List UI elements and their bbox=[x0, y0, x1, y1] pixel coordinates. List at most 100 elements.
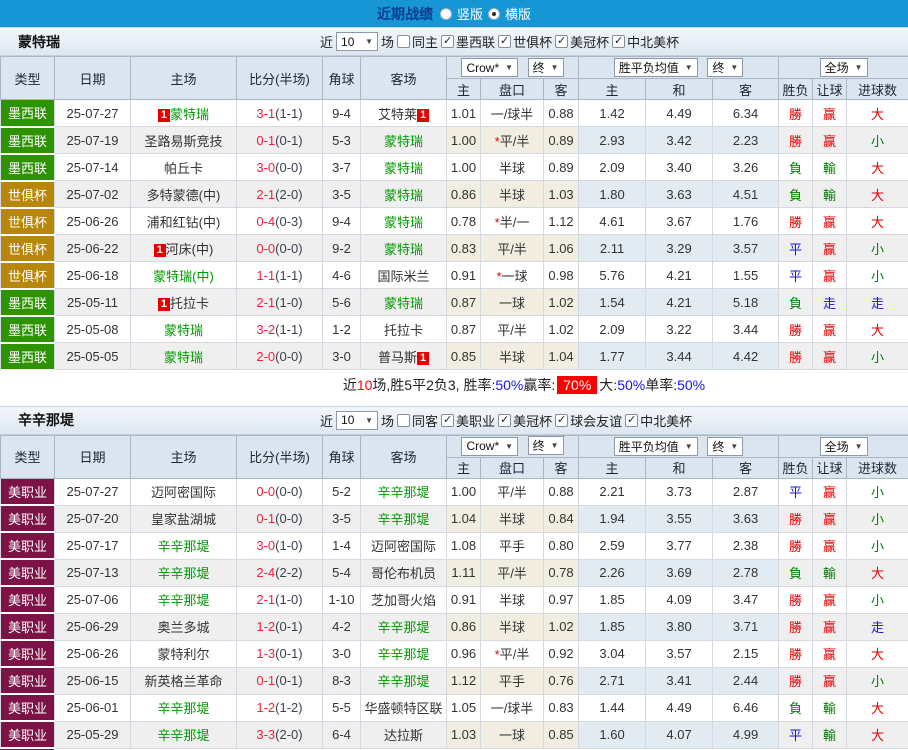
team-name[interactable]: 芝加哥火焰 bbox=[371, 593, 436, 608]
team-name[interactable]: 达拉斯 bbox=[384, 728, 423, 743]
avg-stage-select[interactable]: 终▼ bbox=[707, 437, 743, 456]
result-cell: 負 bbox=[779, 559, 813, 586]
bookmaker-select[interactable]: Crow*▼ bbox=[461, 58, 518, 77]
team-name[interactable]: 奥兰多城 bbox=[157, 620, 209, 635]
avg-away: 3.71 bbox=[713, 613, 779, 640]
odds-away: 0.85 bbox=[544, 721, 579, 748]
horizontal-radio[interactable] bbox=[488, 8, 500, 20]
team-name[interactable]: 蒙特利尔 bbox=[157, 647, 209, 662]
goals-result-cell: 小 bbox=[847, 586, 908, 613]
league-filter-checkbox[interactable]: 中北美杯 bbox=[625, 411, 692, 430]
home-team-cell: 蒙特瑞(中) bbox=[131, 262, 237, 289]
avg-away: 2.15 bbox=[713, 640, 779, 667]
corner-score: 9-4 bbox=[323, 208, 361, 235]
team-name[interactable]: 普马斯 bbox=[378, 350, 417, 365]
bookmaker-select[interactable]: Crow*▼ bbox=[461, 437, 518, 456]
team-name[interactable]: 哥伦布机员 bbox=[371, 566, 436, 581]
match-row: 墨西联25-05-05蒙特瑞2-0(0-0)3-0普马斯10.85半球1.041… bbox=[1, 343, 908, 370]
team-name[interactable]: 辛辛那堤 bbox=[157, 566, 209, 581]
recent-count-select[interactable]: 10▼ bbox=[336, 32, 378, 51]
goals-result-cell: 小 bbox=[847, 478, 908, 505]
col-result: 胜负 bbox=[779, 457, 813, 478]
match-row: 世俱杯25-06-26浦和红钻(中)0-4(0-3)9-4蒙特瑞0.78*半/一… bbox=[1, 208, 908, 235]
team-name[interactable]: 辛辛那堤 bbox=[377, 512, 429, 527]
team-name[interactable]: 蒙特瑞 bbox=[384, 161, 423, 176]
fulltime-score: 2-1 bbox=[256, 295, 275, 310]
team-name[interactable]: 蒙特瑞 bbox=[384, 134, 423, 149]
match-date: 25-05-05 bbox=[55, 343, 131, 370]
team-name[interactable]: 圣路易斯竞技 bbox=[144, 134, 222, 149]
team-name[interactable]: 浦和红钻(中) bbox=[147, 215, 221, 230]
league-filter-checkbox[interactable]: 中北美杯 bbox=[612, 32, 679, 51]
team-name[interactable]: 托拉卡 bbox=[384, 323, 423, 338]
halftime-score: (0-0) bbox=[275, 484, 302, 499]
league-filter-checkbox[interactable]: 世俱杯 bbox=[498, 32, 552, 51]
team-name[interactable]: 辛辛那堤 bbox=[157, 593, 209, 608]
matches-table: 类型 日期 主场 比分(半场) 角球 客场 Crow*▼ 终▼ 胜平负均值▼ 终… bbox=[0, 56, 908, 371]
team-name[interactable]: 蒙特瑞 bbox=[384, 296, 423, 311]
result-cell: 勝 bbox=[779, 100, 813, 127]
avg-group-header: 胜平负均值▼ 终▼ bbox=[579, 57, 779, 79]
team-name[interactable]: 蒙特瑞 bbox=[384, 215, 423, 230]
team-name[interactable]: 辛辛那堤 bbox=[377, 674, 429, 689]
corner-score: 3-5 bbox=[323, 181, 361, 208]
league-badge: 美职业 bbox=[1, 559, 55, 586]
team-name[interactable]: 辛辛那堤 bbox=[377, 620, 429, 635]
recent-count-select[interactable]: 10▼ bbox=[336, 411, 378, 430]
handicap-result-cell: 赢 bbox=[813, 613, 847, 640]
league-filter-checkbox[interactable]: 美职业 bbox=[441, 411, 495, 430]
avg-stage-select[interactable]: 终▼ bbox=[707, 58, 743, 77]
avg-home: 1.60 bbox=[579, 721, 646, 748]
team-name[interactable]: 多特蒙德(中) bbox=[147, 188, 221, 203]
team-name[interactable]: 艾特莱 bbox=[378, 107, 417, 122]
odds-away: 1.04 bbox=[544, 343, 579, 370]
vertical-radio[interactable] bbox=[440, 8, 452, 20]
league-filter-checkbox[interactable]: 美冠杯 bbox=[555, 32, 609, 51]
team-name[interactable]: 新英格兰革命 bbox=[144, 674, 222, 689]
team-name[interactable]: 河床(中) bbox=[166, 242, 214, 257]
team-name[interactable]: 辛辛那堤 bbox=[157, 701, 209, 716]
team-name[interactable]: 辛辛那堤 bbox=[377, 647, 429, 662]
odds-stage-select[interactable]: 终▼ bbox=[528, 436, 564, 455]
team-name[interactable]: 辛辛那堤 bbox=[157, 728, 209, 743]
team-name[interactable]: 托拉卡 bbox=[170, 296, 209, 311]
team-name[interactable]: 蒙特瑞 bbox=[170, 107, 209, 122]
home-team-cell: 蒙特瑞 bbox=[131, 316, 237, 343]
league-filter-checkbox[interactable]: 美冠杯 bbox=[498, 411, 552, 430]
team-name[interactable]: 华盛顿特区联 bbox=[364, 701, 442, 716]
away-team-cell: 蒙特瑞 bbox=[361, 127, 447, 154]
same-venue-checkbox[interactable]: 同主 bbox=[397, 32, 438, 51]
scope-select[interactable]: 全场▼ bbox=[820, 58, 868, 77]
team-name[interactable]: 皇家盐湖城 bbox=[151, 512, 216, 527]
team-name[interactable]: 蒙特瑞 bbox=[384, 242, 423, 257]
team-name[interactable]: 蒙特瑞 bbox=[384, 188, 423, 203]
scope-select[interactable]: 全场▼ bbox=[820, 437, 868, 456]
league-filter-checkbox[interactable]: 墨西联 bbox=[441, 32, 495, 51]
summary-segment: 大: bbox=[599, 375, 617, 395]
league-filter-checkbox[interactable]: 球会友谊 bbox=[555, 411, 622, 430]
avg-type-select[interactable]: 胜平负均值▼ bbox=[614, 437, 698, 456]
team-name[interactable]: 蒙特瑞(中) bbox=[153, 269, 214, 284]
team-name[interactable]: 迈阿密国际 bbox=[151, 485, 216, 500]
team-name[interactable]: 蒙特瑞 bbox=[164, 350, 203, 365]
team-name[interactable]: 辛辛那堤 bbox=[377, 485, 429, 500]
match-row: 世俱杯25-06-221河床(中)0-0(0-0)9-2蒙特瑞0.83平/半1.… bbox=[1, 235, 908, 262]
same-venue-checkbox[interactable]: 同客 bbox=[397, 411, 438, 430]
avg-home: 1.85 bbox=[579, 586, 646, 613]
team-name[interactable]: 辛辛那堤 bbox=[157, 539, 209, 554]
league-badge: 美职业 bbox=[1, 667, 55, 694]
odds-stage-select[interactable]: 终▼ bbox=[528, 58, 564, 77]
team-name[interactable]: 国际米兰 bbox=[377, 269, 429, 284]
team-name[interactable]: 蒙特瑞 bbox=[164, 323, 203, 338]
odds-home: 1.01 bbox=[447, 100, 481, 127]
avg-away: 2.44 bbox=[713, 667, 779, 694]
league-badge: 世俱杯 bbox=[1, 235, 55, 262]
odds-handicap: 半球 bbox=[481, 586, 544, 613]
matches-table: 类型 日期 主场 比分(半场) 角球 客场 Crow*▼ 终▼ 胜平负均值▼ 终… bbox=[0, 435, 908, 750]
odds-home: 0.86 bbox=[447, 613, 481, 640]
result-cell: 勝 bbox=[779, 343, 813, 370]
team-name[interactable]: 迈阿密国际 bbox=[371, 539, 436, 554]
avg-type-select[interactable]: 胜平负均值▼ bbox=[614, 58, 698, 77]
team-name[interactable]: 帕丘卡 bbox=[164, 161, 203, 176]
col-odds-away: 客 bbox=[544, 457, 579, 478]
